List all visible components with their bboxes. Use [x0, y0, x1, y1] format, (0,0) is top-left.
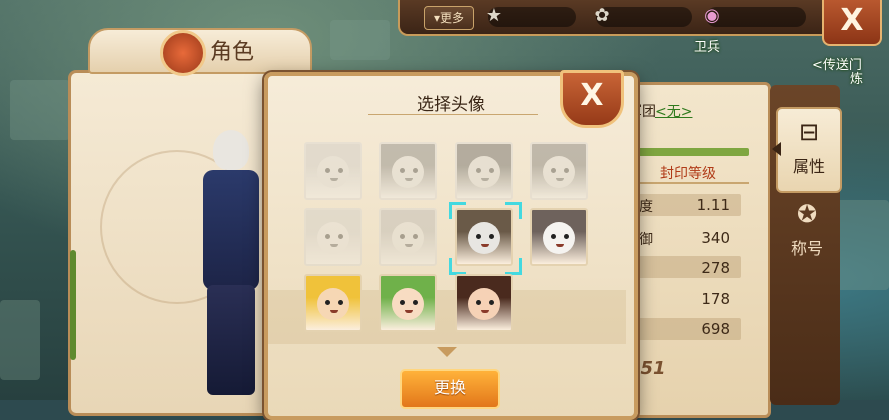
selection-frame: [449, 202, 466, 219]
selection-frame: [505, 202, 522, 219]
star-icon: ★: [485, 5, 503, 26]
avatar-option[interactable]: [304, 274, 362, 332]
character-title: 角色: [210, 40, 255, 65]
crystal-resource: ◉: [704, 5, 806, 27]
tab-label: 属性: [792, 157, 825, 176]
character-badge-icon: [160, 30, 206, 76]
stat-value: 340: [701, 229, 730, 247]
avatar-option[interactable]: [455, 142, 513, 200]
avatar-option[interactable]: [304, 208, 362, 266]
selection-frame: [505, 258, 522, 275]
refine-label: 炼: [850, 72, 864, 87]
title-divider: [368, 114, 538, 115]
guild-link[interactable]: <无>: [655, 101, 692, 121]
stat-value: 278: [701, 259, 730, 277]
avatar-option[interactable]: [304, 142, 362, 200]
shell-resource: ✿: [594, 5, 692, 27]
progress-bar: [625, 148, 749, 156]
selection-frame: [449, 258, 466, 275]
attribute-icon: ⊟: [798, 118, 820, 146]
resource-bar: ▾更多 ★ ✿ ◉: [398, 0, 830, 36]
avatar-option[interactable]: [530, 142, 588, 200]
guard-label: 卫兵: [694, 40, 721, 55]
tab-arrow-icon: [772, 142, 781, 156]
star-resource: ★: [486, 5, 576, 27]
avatar-option[interactable]: [455, 274, 513, 332]
seal-level-label: 封印等级: [660, 166, 716, 182]
more-button[interactable]: ▾更多: [424, 6, 474, 30]
side-tab-bar: ⊟ 属性 ✪ 称号: [770, 85, 842, 405]
avatar-option[interactable]: [530, 208, 588, 266]
avatar-option[interactable]: [379, 142, 437, 200]
scroll-down-icon[interactable]: [437, 347, 457, 357]
crystal-icon: ◉: [704, 5, 720, 26]
change-avatar-button[interactable]: 更换: [400, 369, 500, 409]
badge-icon: ✪: [796, 200, 818, 228]
stat-value: 698: [701, 320, 730, 338]
tab-label: 称号: [790, 239, 823, 258]
tab-attributes[interactable]: ⊟ 属性: [776, 107, 842, 193]
shell-icon: ✿: [594, 5, 610, 26]
character-model: [185, 130, 275, 400]
vine-decoration: [70, 250, 76, 360]
avatar-option[interactable]: [379, 208, 437, 266]
close-window-button[interactable]: X: [822, 0, 882, 46]
avatar-option[interactable]: [379, 274, 437, 332]
stat-value: 1.11: [696, 196, 730, 214]
close-dialog-button[interactable]: X: [560, 70, 624, 128]
divider: [625, 182, 749, 184]
tab-title[interactable]: ✪ 称号: [776, 191, 838, 273]
stat-value: 178: [701, 290, 730, 308]
